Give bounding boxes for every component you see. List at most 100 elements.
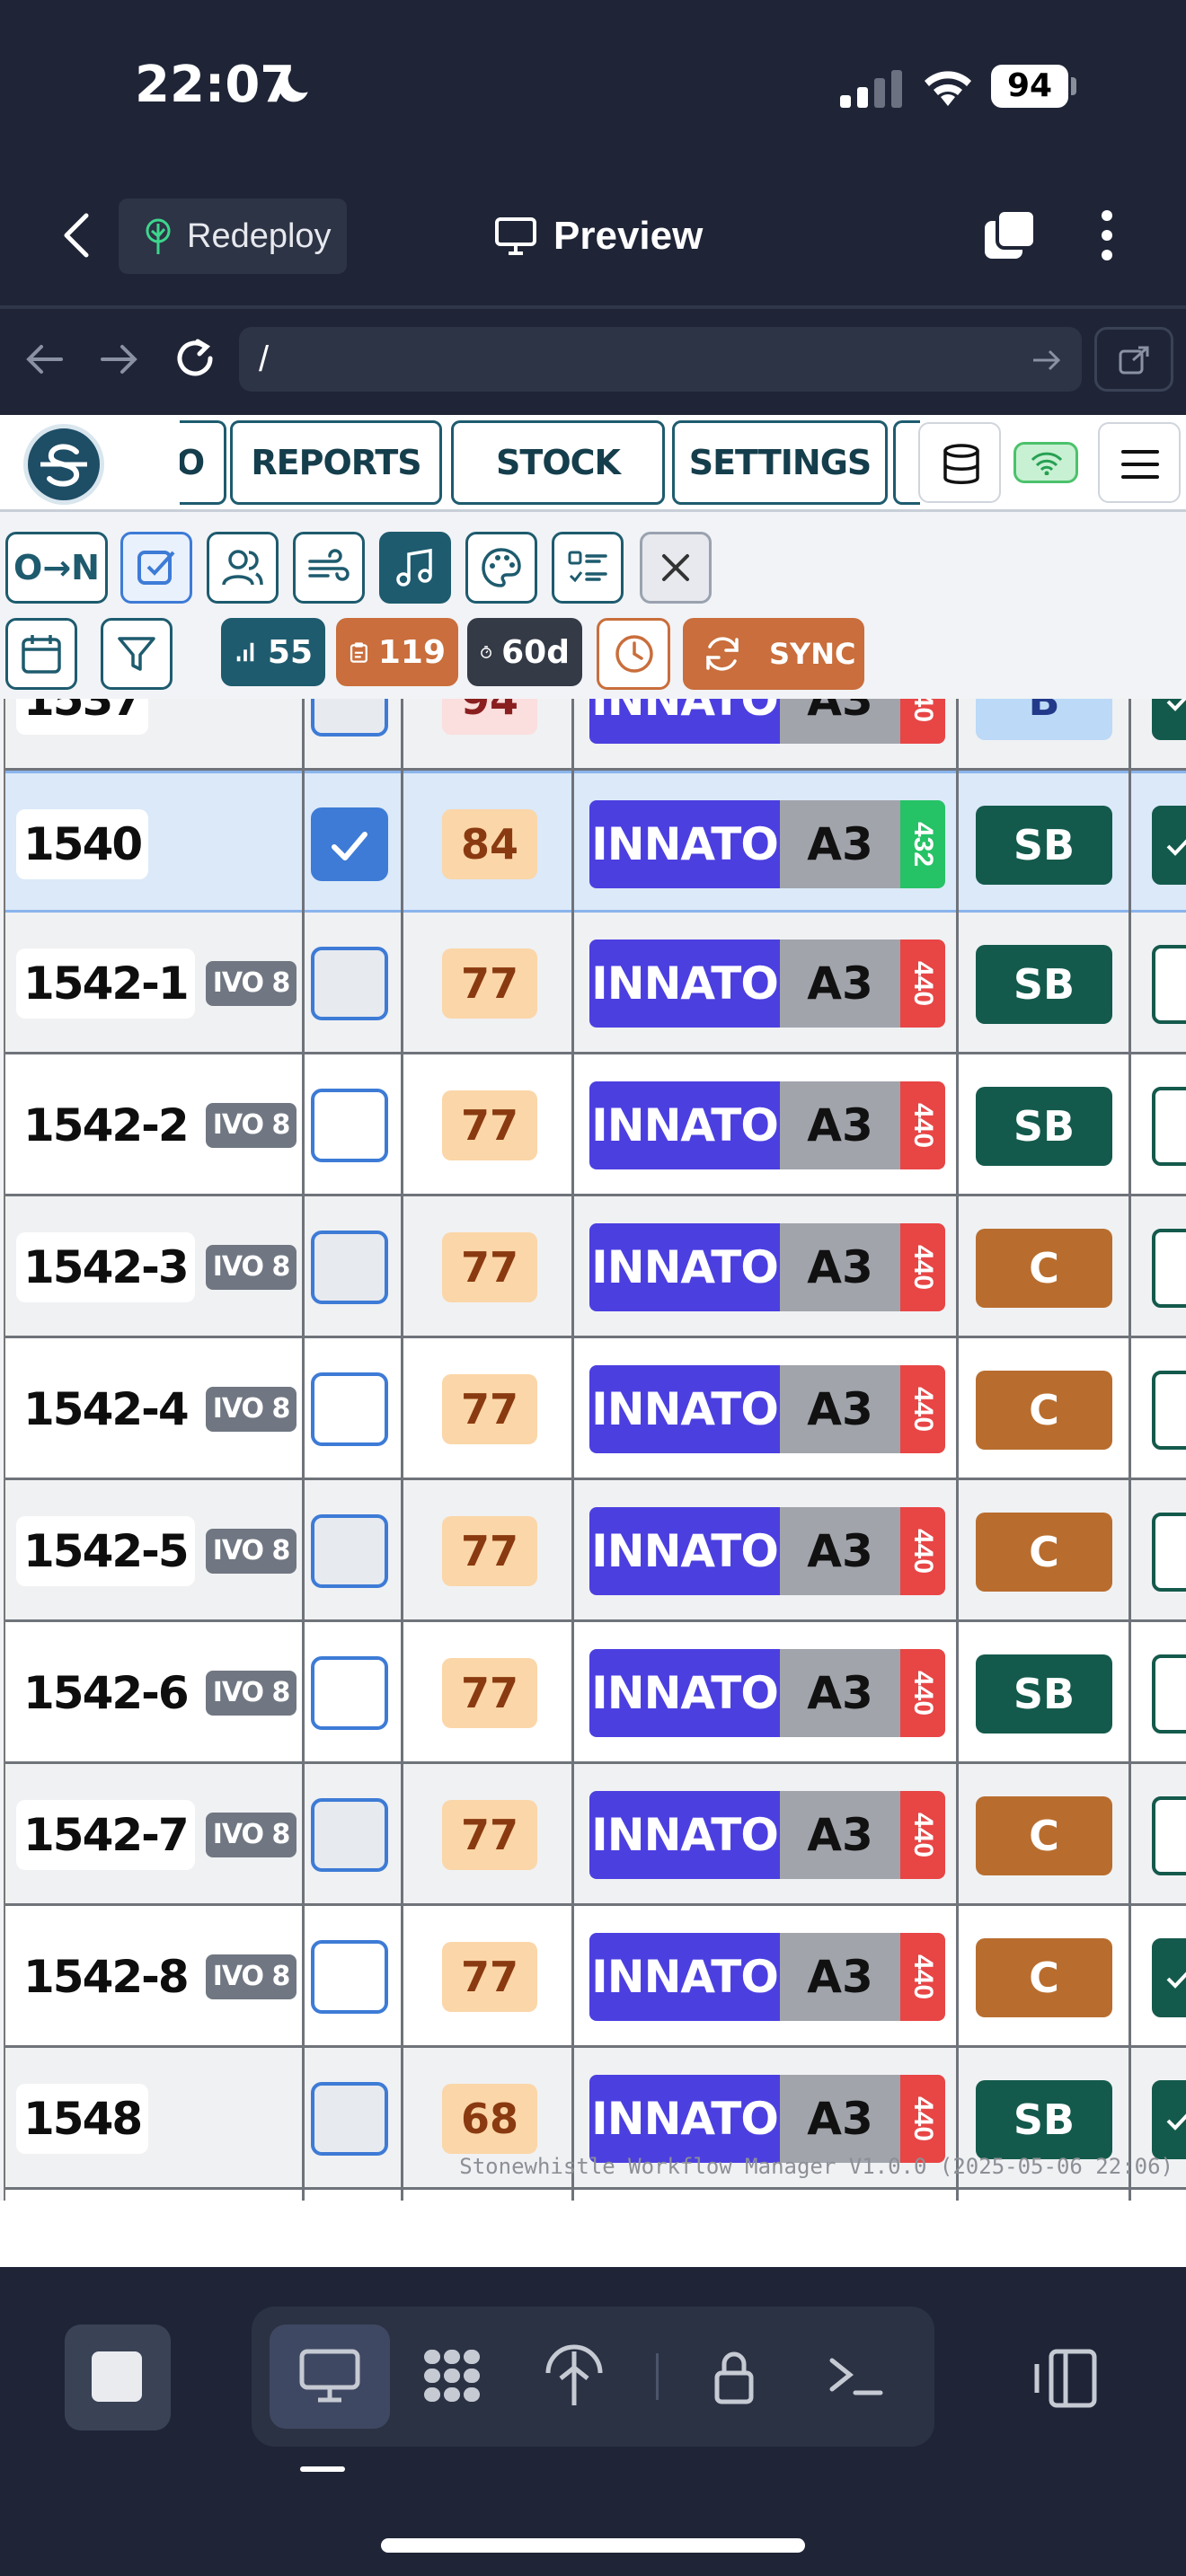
row-checkbox[interactable] <box>311 2082 388 2156</box>
table-row[interactable]: 1542-6 IVO 8 77 INNATO A3 440 SB <box>5 1622 1186 1764</box>
grade-badge[interactable]: B <box>976 699 1112 740</box>
order-id[interactable]: 1542-4 <box>16 1374 195 1444</box>
row-checkbox[interactable] <box>311 1372 388 1446</box>
table-row[interactable]: 1537 94 INNATO A3 440 B <box>5 699 1186 771</box>
grade-badge[interactable]: SB <box>976 2080 1112 2159</box>
order-id[interactable]: 1548 <box>16 2084 149 2154</box>
grade-badge[interactable]: SB <box>976 945 1112 1024</box>
order-id[interactable]: 1537 <box>16 699 149 735</box>
row-checkbox[interactable] <box>311 947 388 1020</box>
row-status-toggle[interactable] <box>1152 945 1186 1024</box>
grade-badge[interactable]: SB <box>976 806 1112 885</box>
row-checkbox[interactable] <box>311 1798 388 1872</box>
more-vertical-icon[interactable] <box>1089 207 1125 264</box>
row-checkbox[interactable] <box>311 1514 388 1588</box>
table-row[interactable]: 1542-1 IVO 8 77 INNATO A3 440 SB <box>5 913 1186 1054</box>
browser-forward-icon[interactable] <box>99 340 138 379</box>
instrument-badge[interactable]: INNATO A3 440 <box>589 1507 945 1595</box>
instrument-badge[interactable]: INNATO A3 440 <box>589 2075 945 2163</box>
instrument-badge[interactable]: INNATO A3 440 <box>589 1081 945 1169</box>
go-arrow-icon[interactable] <box>1031 347 1062 374</box>
history-button[interactable] <box>597 618 670 690</box>
tabs-icon[interactable] <box>981 207 1039 264</box>
instrument-badge[interactable]: INNATO A3 440 <box>589 1933 945 2021</box>
nav-tab-overflow[interactable] <box>893 420 920 505</box>
row-checkbox[interactable] <box>311 807 388 881</box>
instrument-badge[interactable]: INNATO A3 440 <box>589 940 945 1028</box>
table-row[interactable]: 1542-4 IVO 8 77 INNATO A3 440 C <box>5 1338 1186 1480</box>
row-checkbox[interactable] <box>311 699 388 737</box>
dock-deploy-tab[interactable] <box>514 2325 634 2429</box>
sync-button[interactable]: SYNC <box>683 618 864 690</box>
grade-badge[interactable]: SB <box>976 1654 1112 1734</box>
row-status-toggle[interactable] <box>1152 699 1186 740</box>
table-row[interactable]: 1542-3 IVO 8 77 INNATO A3 440 C <box>5 1196 1186 1338</box>
dock-shell-tab[interactable] <box>796 2325 916 2429</box>
clear-filters-button[interactable] <box>640 532 712 604</box>
filter-button[interactable] <box>101 618 173 690</box>
dock-secrets-tab[interactable] <box>674 2325 794 2429</box>
row-status-toggle[interactable] <box>1152 1796 1186 1875</box>
panel-toggle-icon[interactable] <box>1031 2344 1100 2413</box>
order-id[interactable]: 1542-3 <box>16 1232 195 1302</box>
grade-badge[interactable]: C <box>976 1229 1112 1308</box>
row-checkbox[interactable] <box>311 1940 388 2014</box>
nav-tab-settings[interactable]: SETTINGS <box>672 420 888 505</box>
browser-back-icon[interactable] <box>25 340 65 379</box>
stop-button[interactable] <box>65 2325 171 2430</box>
order-id[interactable]: 1542-5 <box>16 1516 195 1586</box>
open-external-button[interactable] <box>1094 327 1173 392</box>
table-row[interactable]: 1542-5 IVO 8 77 INNATO A3 440 C <box>5 1480 1186 1622</box>
instrument-badge[interactable]: INNATO A3 440 <box>589 1223 945 1311</box>
order-toggle-button[interactable]: O→N <box>5 532 108 604</box>
database-button[interactable] <box>918 422 1001 503</box>
order-id[interactable]: 1542-1 <box>16 948 195 1019</box>
order-id[interactable]: 1540 <box>16 809 149 879</box>
row-status-toggle[interactable] <box>1152 1654 1186 1734</box>
instrument-badge[interactable]: INNATO A3 432 <box>589 800 945 888</box>
reload-icon[interactable] <box>173 336 217 381</box>
stonewhistle-logo[interactable] <box>23 424 104 505</box>
redeploy-button[interactable]: Redeploy <box>119 198 347 274</box>
table-row[interactable]: 1542-7 IVO 8 77 INNATO A3 440 C <box>5 1764 1186 1906</box>
row-checkbox[interactable] <box>311 1089 388 1162</box>
grade-badge[interactable]: C <box>976 1938 1112 2017</box>
row-status-toggle[interactable] <box>1152 1087 1186 1166</box>
music-button[interactable] <box>379 532 451 604</box>
row-status-toggle[interactable] <box>1152 806 1186 885</box>
grade-badge[interactable]: SB <box>976 1087 1112 1166</box>
preview-title[interactable]: Preview <box>494 207 703 266</box>
nav-tab-reports[interactable]: REPORTS <box>230 420 442 505</box>
row-checkbox[interactable] <box>311 1231 388 1304</box>
table-row[interactable]: 1542-8 IVO 8 77 INNATO A3 440 C <box>5 1906 1186 2048</box>
back-chevron-icon[interactable] <box>59 212 95 259</box>
instrument-badge[interactable]: INNATO A3 440 <box>589 699 945 744</box>
wind-button[interactable] <box>293 532 365 604</box>
grade-badge[interactable]: C <box>976 1796 1112 1875</box>
checkbox-filter-button[interactable] <box>120 532 192 604</box>
users-button[interactable] <box>207 532 279 604</box>
row-status-toggle[interactable] <box>1152 1371 1186 1450</box>
order-id[interactable]: 1542-6 <box>16 1658 195 1728</box>
palette-button[interactable] <box>465 532 537 604</box>
checklist-button[interactable] <box>552 532 624 604</box>
grade-badge[interactable]: C <box>976 1513 1112 1592</box>
row-status-toggle[interactable] <box>1152 1513 1186 1592</box>
row-status-toggle[interactable] <box>1152 1938 1186 2017</box>
nav-tab-stock[interactable]: STOCK <box>451 420 665 505</box>
url-input[interactable]: / <box>239 327 1082 392</box>
row-status-toggle[interactable] <box>1152 2080 1186 2159</box>
instrument-badge[interactable]: INNATO A3 440 <box>589 1791 945 1879</box>
nav-tab-partial[interactable]: O <box>180 420 226 505</box>
order-id[interactable]: 1542-2 <box>16 1090 195 1160</box>
instrument-badge[interactable]: INNATO A3 440 <box>589 1365 945 1453</box>
dock-workflow-tab[interactable] <box>392 2325 512 2429</box>
grade-badge[interactable]: C <box>976 1371 1112 1450</box>
dock-preview-tab[interactable] <box>270 2325 390 2429</box>
instrument-badge[interactable]: INNATO A3 440 <box>589 1649 945 1737</box>
order-id[interactable]: 1542-8 <box>16 1942 195 2012</box>
order-id[interactable]: 1542-7 <box>16 1800 195 1870</box>
row-status-toggle[interactable] <box>1152 1229 1186 1308</box>
row-checkbox[interactable] <box>311 1656 388 1730</box>
table-row[interactable]: 1540 84 INNATO A3 432 SB <box>5 771 1186 913</box>
